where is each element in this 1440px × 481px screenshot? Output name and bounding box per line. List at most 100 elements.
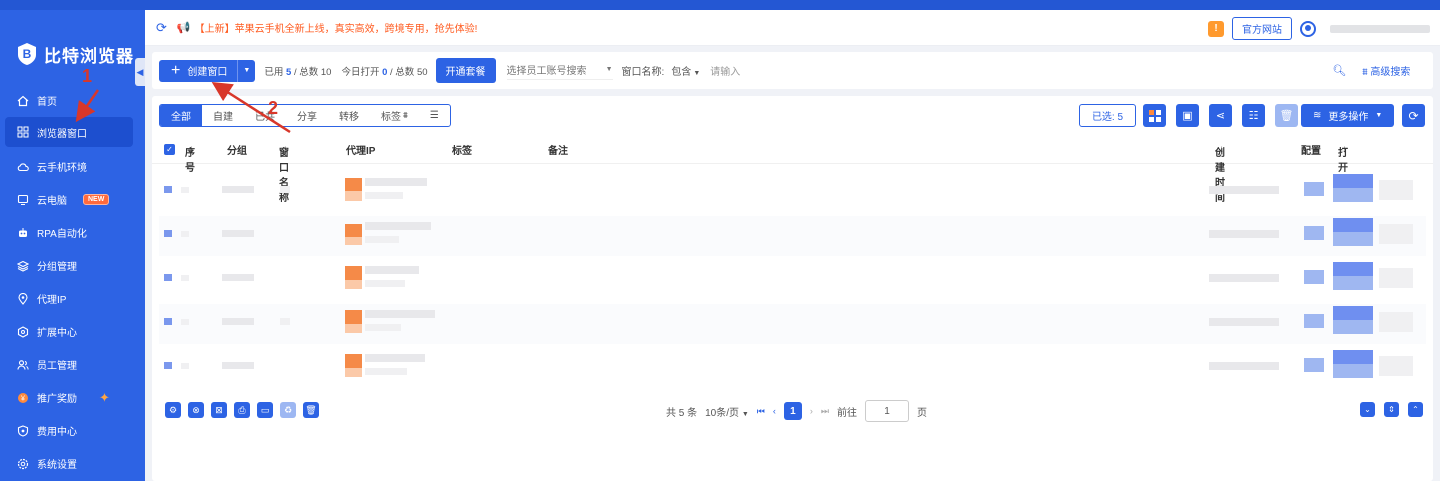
window-icon[interactable]: ▭ bbox=[257, 402, 273, 418]
warning-icon[interactable]: ! bbox=[1208, 20, 1224, 37]
page-size-select[interactable]: 10条/页 ▼ bbox=[705, 404, 749, 419]
used-count: 5 bbox=[286, 66, 292, 78]
advanced-search-label: 高级搜索 bbox=[1370, 67, 1411, 78]
redacted-open[interactable] bbox=[1333, 364, 1373, 378]
grid-icon bbox=[17, 126, 29, 138]
sidebar-item-staff[interactable]: 员工管理 bbox=[0, 348, 145, 381]
tab-all[interactable]: 全部 bbox=[160, 105, 202, 126]
goto-page-input[interactable]: 1 bbox=[864, 400, 909, 422]
sidebar-item-settings[interactable]: 系统设置 bbox=[0, 447, 145, 480]
sidebar-item-cloud-pc[interactable]: 云电脑 NEW bbox=[0, 183, 145, 216]
advanced-search-link[interactable]: ⩩ 高级搜索 bbox=[1362, 63, 1410, 78]
expand-icon[interactable]: ⇕ bbox=[1384, 402, 1399, 417]
table-row[interactable] bbox=[159, 260, 1426, 300]
redacted-open[interactable] bbox=[1333, 276, 1373, 290]
table-row[interactable] bbox=[159, 348, 1426, 388]
table-row[interactable] bbox=[159, 172, 1426, 212]
redacted-open[interactable] bbox=[1333, 232, 1373, 246]
last-page-icon[interactable]: ⏭ bbox=[821, 406, 829, 417]
current-page[interactable]: 1 bbox=[783, 402, 802, 420]
col-config: 配置 bbox=[1301, 145, 1321, 157]
recycle-icon[interactable]: ♻ bbox=[280, 402, 296, 418]
redacted-open[interactable] bbox=[1333, 306, 1373, 320]
scroll-down-icon[interactable]: ⌄ bbox=[1360, 402, 1375, 417]
sidebar-item-proxy[interactable]: 代理IP bbox=[0, 282, 145, 315]
redacted-created-at bbox=[1209, 362, 1279, 370]
sidebar-item-extensions[interactable]: 扩展中心 bbox=[0, 315, 145, 348]
redacted-config bbox=[1304, 270, 1324, 284]
first-page-icon[interactable]: ⏮ bbox=[757, 406, 765, 417]
tab-share[interactable]: 分享 bbox=[286, 105, 328, 126]
tab-tags[interactable]: 标签 ⩩ bbox=[370, 105, 419, 126]
robot-icon bbox=[19, 227, 27, 237]
sidebar-item-groups[interactable]: 分组管理 bbox=[0, 249, 145, 282]
create-window-button[interactable]: + 创建窗口 ▼ bbox=[159, 59, 256, 82]
close-square-icon[interactable]: ⊠ bbox=[211, 402, 227, 418]
match-mode-select[interactable]: 包含 ▼ bbox=[671, 63, 700, 78]
shield-icon bbox=[17, 424, 29, 437]
table-row[interactable] bbox=[159, 304, 1426, 344]
opened-count: 0 bbox=[382, 66, 388, 78]
next-page-icon[interactable]: › bbox=[810, 406, 813, 416]
create-window-main[interactable]: + 创建窗口 bbox=[159, 60, 237, 82]
search-icon[interactable]: 🔍︎ bbox=[1332, 64, 1346, 77]
sidebar-item-rpa[interactable]: RPA自动化 bbox=[0, 216, 145, 249]
announcement-text[interactable]: 【上新】苹果云手机全新上线，真实高效，跨境专用，抢先体验! bbox=[195, 20, 478, 35]
share-icon[interactable]: ⋖ bbox=[1209, 104, 1232, 127]
sidebar-collapse-toggle[interactable]: ◀ bbox=[135, 58, 145, 86]
redacted-name bbox=[280, 186, 290, 193]
sidebar-item-home[interactable]: 首页 bbox=[0, 84, 145, 117]
sidebar-item-rewards[interactable]: ¥ 推广奖励 ✦ bbox=[0, 381, 145, 414]
scroll-up-icon[interactable]: ⌃ bbox=[1408, 402, 1423, 417]
open-package-button[interactable]: 开通套餐 bbox=[435, 58, 496, 83]
redacted-flag bbox=[345, 324, 362, 333]
redacted-open[interactable] bbox=[1333, 218, 1373, 232]
name-filter-label: 窗口名称: bbox=[621, 67, 665, 78]
col-created-at[interactable]: 创建时间 ↓ bbox=[1215, 144, 1225, 204]
redacted-open[interactable] bbox=[1333, 320, 1373, 334]
chevron-left-icon: ◀ bbox=[136, 66, 144, 77]
redacted-cell bbox=[1379, 356, 1413, 376]
settings-icon[interactable]: ⚙ bbox=[165, 402, 181, 418]
tab-self-created[interactable]: 自建 bbox=[202, 105, 244, 126]
sidebar-item-label: 费用中心 bbox=[37, 427, 77, 438]
select-all-checkbox[interactable]: ✓ bbox=[164, 143, 175, 155]
print-icon[interactable]: ⎙ bbox=[234, 402, 250, 418]
tab-shared-with[interactable]: 已共 bbox=[244, 105, 286, 126]
employee-select[interactable]: 选择员工账号搜索 ▼ bbox=[506, 62, 613, 80]
trash-icon[interactable]: 🗑︎ bbox=[303, 402, 319, 418]
tab-sort[interactable]: ☰ bbox=[419, 105, 450, 126]
refresh-list-button[interactable]: ⟳ bbox=[1402, 104, 1425, 127]
sidebar-item-cloud-phone[interactable]: 云手机环境 bbox=[0, 150, 145, 183]
delete-icon[interactable]: 🗑︎ bbox=[1275, 104, 1298, 127]
redacted-open[interactable] bbox=[1333, 350, 1373, 364]
selected-count[interactable]: 已选: 5 bbox=[1079, 104, 1136, 127]
search-input[interactable]: 请输入 🔍︎ bbox=[710, 63, 1346, 78]
layout-icon[interactable] bbox=[1143, 104, 1166, 127]
sidebar-item-billing[interactable]: 费用中心 bbox=[0, 414, 145, 447]
gift-icon: ¥ bbox=[18, 392, 28, 403]
redacted-created-at bbox=[1209, 230, 1279, 238]
save-icon[interactable]: ▣ bbox=[1176, 104, 1199, 127]
more-actions-button[interactable]: ≋ 更多操作 ▼ bbox=[1301, 104, 1395, 127]
official-site-button[interactable]: 官方网站 bbox=[1232, 17, 1292, 40]
tab-transfer[interactable]: 转移 bbox=[328, 105, 370, 126]
redacted-ip bbox=[365, 178, 427, 186]
refresh-icon[interactable]: ⟳ bbox=[156, 20, 167, 36]
col-window-name[interactable]: 窗口名称 ↓ bbox=[279, 144, 289, 204]
scroll-buttons: ⌄ ⇕ ⌃ bbox=[1360, 402, 1423, 417]
list-icon[interactable]: ☷ bbox=[1242, 104, 1265, 127]
col-index[interactable]: 序号 ↓ bbox=[185, 144, 195, 174]
redacted-open[interactable] bbox=[1333, 262, 1373, 276]
redacted-open[interactable] bbox=[1333, 188, 1373, 202]
close-circle-icon[interactable]: ⊗ bbox=[188, 402, 204, 418]
table-row[interactable] bbox=[159, 216, 1426, 256]
redacted-open[interactable] bbox=[1333, 174, 1373, 188]
brand-logo[interactable]: B 比特浏览器 bbox=[0, 24, 145, 84]
create-dropdown-toggle[interactable]: ▼ bbox=[237, 59, 255, 82]
sidebar-item-browser-windows[interactable]: 浏览器窗口 bbox=[5, 117, 133, 147]
user-avatar-icon[interactable] bbox=[1300, 20, 1316, 37]
col-open[interactable]: 打开 ↓ bbox=[1338, 144, 1348, 174]
prev-page-icon[interactable]: ‹ bbox=[773, 406, 776, 416]
redacted-ip bbox=[365, 222, 431, 230]
